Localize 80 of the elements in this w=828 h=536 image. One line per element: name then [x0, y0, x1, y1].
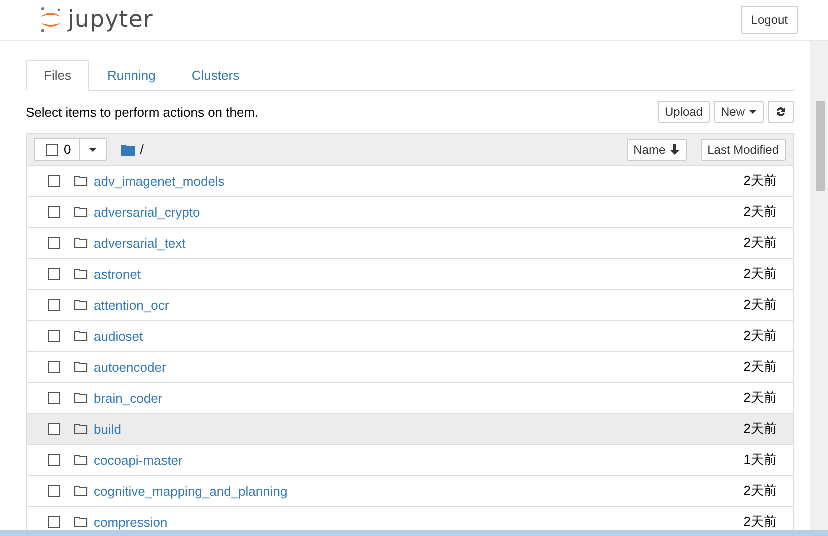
modified-time: 2天前: [744, 234, 777, 252]
file-row[interactable]: adv_imagenet_models 2天前: [27, 166, 793, 197]
modified-time: 2天前: [744, 327, 777, 345]
folder-icon: [74, 454, 88, 466]
folder-icon: [74, 206, 88, 218]
logo-text: jupyter: [68, 7, 154, 33]
modified-time: 2天前: [744, 296, 777, 314]
file-row[interactable]: autoencoder 2天前: [27, 352, 793, 383]
refresh-icon: [775, 106, 787, 118]
scrollbar-thumb[interactable]: [816, 101, 825, 191]
modified-time: 1天前: [744, 451, 777, 469]
folder-icon: [74, 392, 88, 404]
caret-icon: [749, 110, 757, 114]
checkbox[interactable]: [48, 330, 60, 342]
folder-icon: [74, 268, 88, 280]
checkbox[interactable]: [48, 299, 60, 311]
file-row[interactable]: audioset 2天前: [27, 321, 793, 352]
modified-time: 2天前: [744, 389, 777, 407]
file-row[interactable]: cognitive_mapping_and_planning 2天前: [27, 476, 793, 507]
checkbox[interactable]: [48, 175, 60, 187]
folder-icon: [74, 175, 88, 187]
modified-time: 2天前: [744, 358, 777, 376]
modified-time: 2天前: [744, 265, 777, 283]
tab[interactable]: Files: [26, 60, 90, 91]
checkbox[interactable]: [48, 361, 60, 373]
file-row[interactable]: adversarial_crypto 2天前: [27, 197, 793, 228]
folder-icon: [74, 330, 88, 342]
checkbox[interactable]: [46, 144, 58, 156]
folder-link[interactable]: attention_ocr: [94, 298, 170, 312]
folder-link[interactable]: adversarial_crypto: [94, 204, 200, 220]
file-row[interactable]: cocoapi-master 1天前: [27, 445, 793, 476]
checkbox[interactable]: [48, 423, 60, 435]
modified-time: 2天前: [744, 172, 777, 190]
modified-time: 2天前: [744, 203, 777, 221]
checkbox[interactable]: [48, 237, 60, 249]
folder-link[interactable]: cognitive_mapping_and_planning: [94, 484, 288, 498]
folder-link[interactable]: adv_imagenet_models: [94, 174, 225, 188]
folder-link[interactable]: compression: [94, 514, 168, 530]
file-row[interactable]: attention_ocr 2天前: [27, 290, 793, 321]
folder-link[interactable]: brain_coder: [94, 390, 163, 406]
checkbox[interactable]: [48, 454, 60, 466]
new-button[interactable]: New: [714, 101, 764, 123]
arrow-down-icon: [670, 144, 680, 155]
folder-link[interactable]: astronet: [94, 266, 141, 282]
sort-name-button[interactable]: Name: [626, 138, 687, 160]
checkbox[interactable]: [48, 516, 60, 528]
refresh-button[interactable]: [768, 101, 794, 123]
checkbox[interactable]: [48, 485, 60, 497]
file-row[interactable]: adversarial_text 2天前: [27, 228, 793, 259]
select-all-control[interactable]: 0: [34, 138, 108, 161]
folder-link[interactable]: adversarial_text: [94, 236, 186, 250]
file-row[interactable]: build 2天前: [27, 414, 793, 445]
breadcrumb-link[interactable]: /: [140, 142, 144, 157]
folder-link[interactable]: cocoapi-master: [94, 452, 183, 468]
folder-link[interactable]: autoencoder: [94, 360, 166, 374]
folder-icon: [74, 423, 88, 435]
jupyter-logo[interactable]: jupyter: [38, 6, 154, 34]
folder-link[interactable]: build: [94, 422, 122, 436]
folder-icon: [121, 144, 136, 156]
instruction-text: Select items to perform actions on them.: [26, 104, 259, 120]
folder-icon: [74, 299, 88, 311]
logout-button[interactable]: Logout: [741, 6, 798, 34]
folder-icon: [74, 361, 88, 373]
file-row[interactable]: astronet 2天前: [27, 259, 793, 290]
caret-icon[interactable]: [89, 148, 98, 152]
sort-modified-button[interactable]: Last Modified: [700, 138, 786, 160]
folder-icon: [74, 237, 88, 249]
folder-icon: [74, 516, 88, 528]
tab[interactable]: Running: [89, 60, 174, 91]
folder-link[interactable]: audioset: [94, 328, 144, 344]
checkbox[interactable]: [48, 268, 60, 280]
selected-count: 0: [64, 142, 72, 157]
modified-time: 2天前: [744, 513, 777, 531]
checkbox[interactable]: [48, 392, 60, 404]
checkbox[interactable]: [48, 206, 60, 218]
upload-button[interactable]: Upload: [658, 101, 710, 123]
modified-time: 2天前: [744, 420, 777, 438]
modified-time: 2天前: [744, 482, 777, 500]
tab[interactable]: Clusters: [174, 60, 258, 91]
folder-icon: [74, 485, 88, 497]
